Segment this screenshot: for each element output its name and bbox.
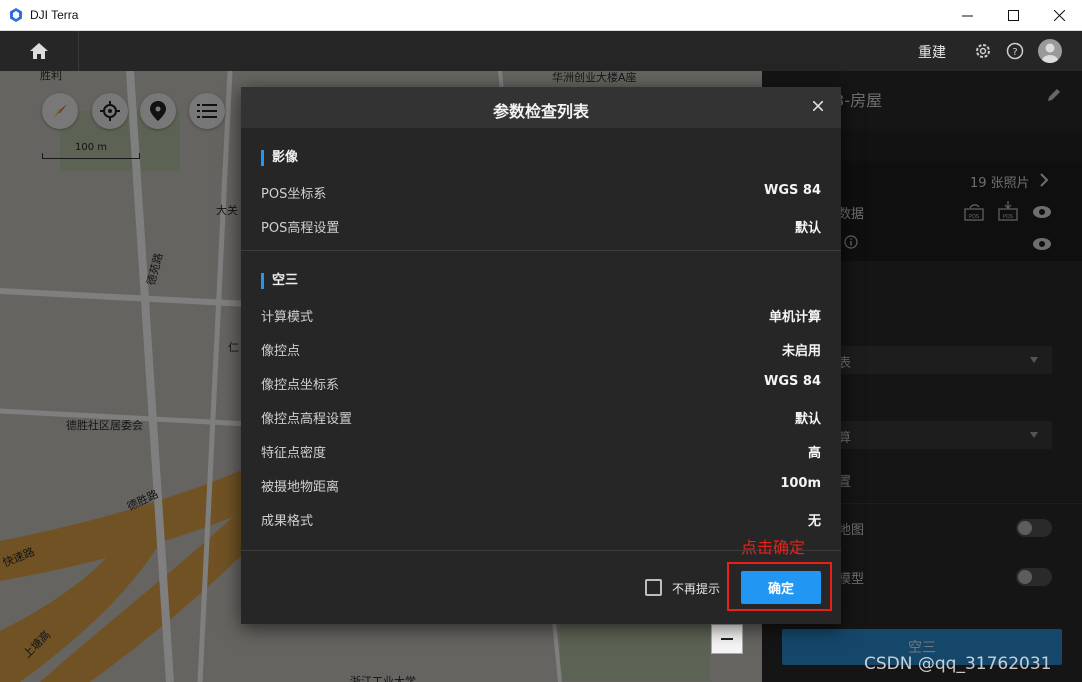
param-row: 特征点密度 高	[261, 440, 821, 461]
home-button[interactable]	[0, 31, 79, 71]
param-label: 像控点坐标系	[261, 378, 340, 393]
toggle-2-label: 模型	[838, 572, 865, 587]
param-value: 高	[807, 446, 821, 461]
toggle-1[interactable]	[1016, 519, 1052, 537]
param-row: POS坐标系 WGS 84	[261, 181, 821, 202]
dont-show-again-label[interactable]: 不再提示	[672, 580, 720, 597]
param-value: 默认	[794, 221, 821, 236]
param-label: POS高程设置	[261, 221, 340, 236]
param-row: 成果格式 无	[261, 508, 821, 529]
svg-text:?: ?	[1012, 47, 1017, 58]
watermark: CSDN @qq_31762031	[864, 654, 1052, 674]
param-label: 特征点密度	[261, 446, 327, 461]
dialog-header: 参数检查列表	[241, 87, 841, 128]
param-row: POS高程设置 默认	[261, 215, 821, 236]
panel-select-1[interactable]: 表	[822, 346, 1052, 374]
param-label: 成果格式	[261, 514, 314, 529]
pos-badge: POS	[1003, 214, 1013, 220]
chevron-down-icon	[1030, 357, 1038, 363]
home-icon	[30, 43, 48, 59]
param-label: POS坐标系	[261, 187, 327, 202]
toggle-1-label: 地图	[838, 523, 865, 538]
dialog-close-button[interactable]	[809, 97, 827, 115]
help-icon[interactable]: ?	[1005, 41, 1025, 61]
maximize-button[interactable]	[990, 0, 1036, 31]
annotation-text: 点击确定	[741, 538, 806, 557]
section-divider	[241, 250, 841, 251]
param-row: 像控点坐标系 WGS 84	[261, 372, 821, 393]
user-avatar[interactable]	[1038, 39, 1062, 63]
maximize-icon	[1007, 10, 1019, 21]
edit-pencil-icon[interactable]	[1046, 87, 1062, 103]
param-label: 像控点	[261, 344, 301, 359]
pos-import-icon[interactable]: POS	[998, 201, 1018, 221]
minimize-icon	[961, 15, 973, 17]
panel-select-2[interactable]: 算	[822, 421, 1052, 449]
app-logo-icon	[10, 8, 22, 22]
settings-gear-icon[interactable]	[973, 41, 993, 61]
eye-icon[interactable]	[1032, 205, 1052, 219]
pos-badge: POS	[969, 214, 979, 220]
param-row: 像控点 未启用	[261, 338, 821, 359]
annotation-highlight-box	[727, 562, 832, 611]
dialog-title: 参数检查列表	[492, 102, 589, 121]
chevron-down-icon	[1030, 432, 1038, 438]
toggle-2[interactable]	[1016, 568, 1052, 586]
param-row: 被摄地物距离 100m	[261, 474, 821, 495]
section-heading-aerotriangulation: 空三	[261, 273, 298, 289]
param-label: 计算模式	[261, 310, 314, 325]
param-value: 100m	[780, 476, 821, 491]
info-icon[interactable]	[844, 235, 858, 249]
data-label: 数据	[838, 207, 865, 222]
dont-show-again-checkbox[interactable]	[645, 579, 662, 596]
param-label: 像控点高程设置	[261, 412, 353, 427]
section-heading-imagery: 影像	[261, 150, 298, 166]
param-value: 默认	[794, 412, 821, 427]
param-value: 无	[807, 514, 821, 529]
param-label: 被摄地物距离	[261, 480, 340, 495]
minimize-button[interactable]	[944, 0, 990, 31]
pos-refresh-icon[interactable]: POS	[964, 203, 984, 221]
chevron-right-icon[interactable]	[1039, 173, 1049, 187]
param-value: WGS 84	[764, 374, 821, 389]
minus-icon	[721, 638, 733, 640]
app-header: 重建 ?	[0, 31, 1082, 71]
param-row: 计算模式 单机计算	[261, 304, 821, 325]
close-icon	[812, 100, 824, 112]
window-titlebar: DJI Terra	[0, 0, 1082, 31]
window-title: DJI Terra	[30, 8, 79, 22]
photo-count[interactable]: 19 张照片	[970, 172, 1030, 191]
user-icon	[1042, 43, 1058, 63]
param-value: WGS 84	[764, 183, 821, 198]
param-value: 未启用	[781, 344, 821, 359]
param-row: 像控点高程设置 默认	[261, 406, 821, 427]
close-window-button[interactable]	[1036, 0, 1082, 31]
rebuild-button[interactable]: 重建	[918, 42, 946, 62]
close-icon	[1053, 10, 1065, 21]
param-value: 单机计算	[768, 310, 821, 325]
eye-icon[interactable]	[1032, 237, 1052, 251]
zoom-out-button[interactable]	[711, 624, 743, 654]
